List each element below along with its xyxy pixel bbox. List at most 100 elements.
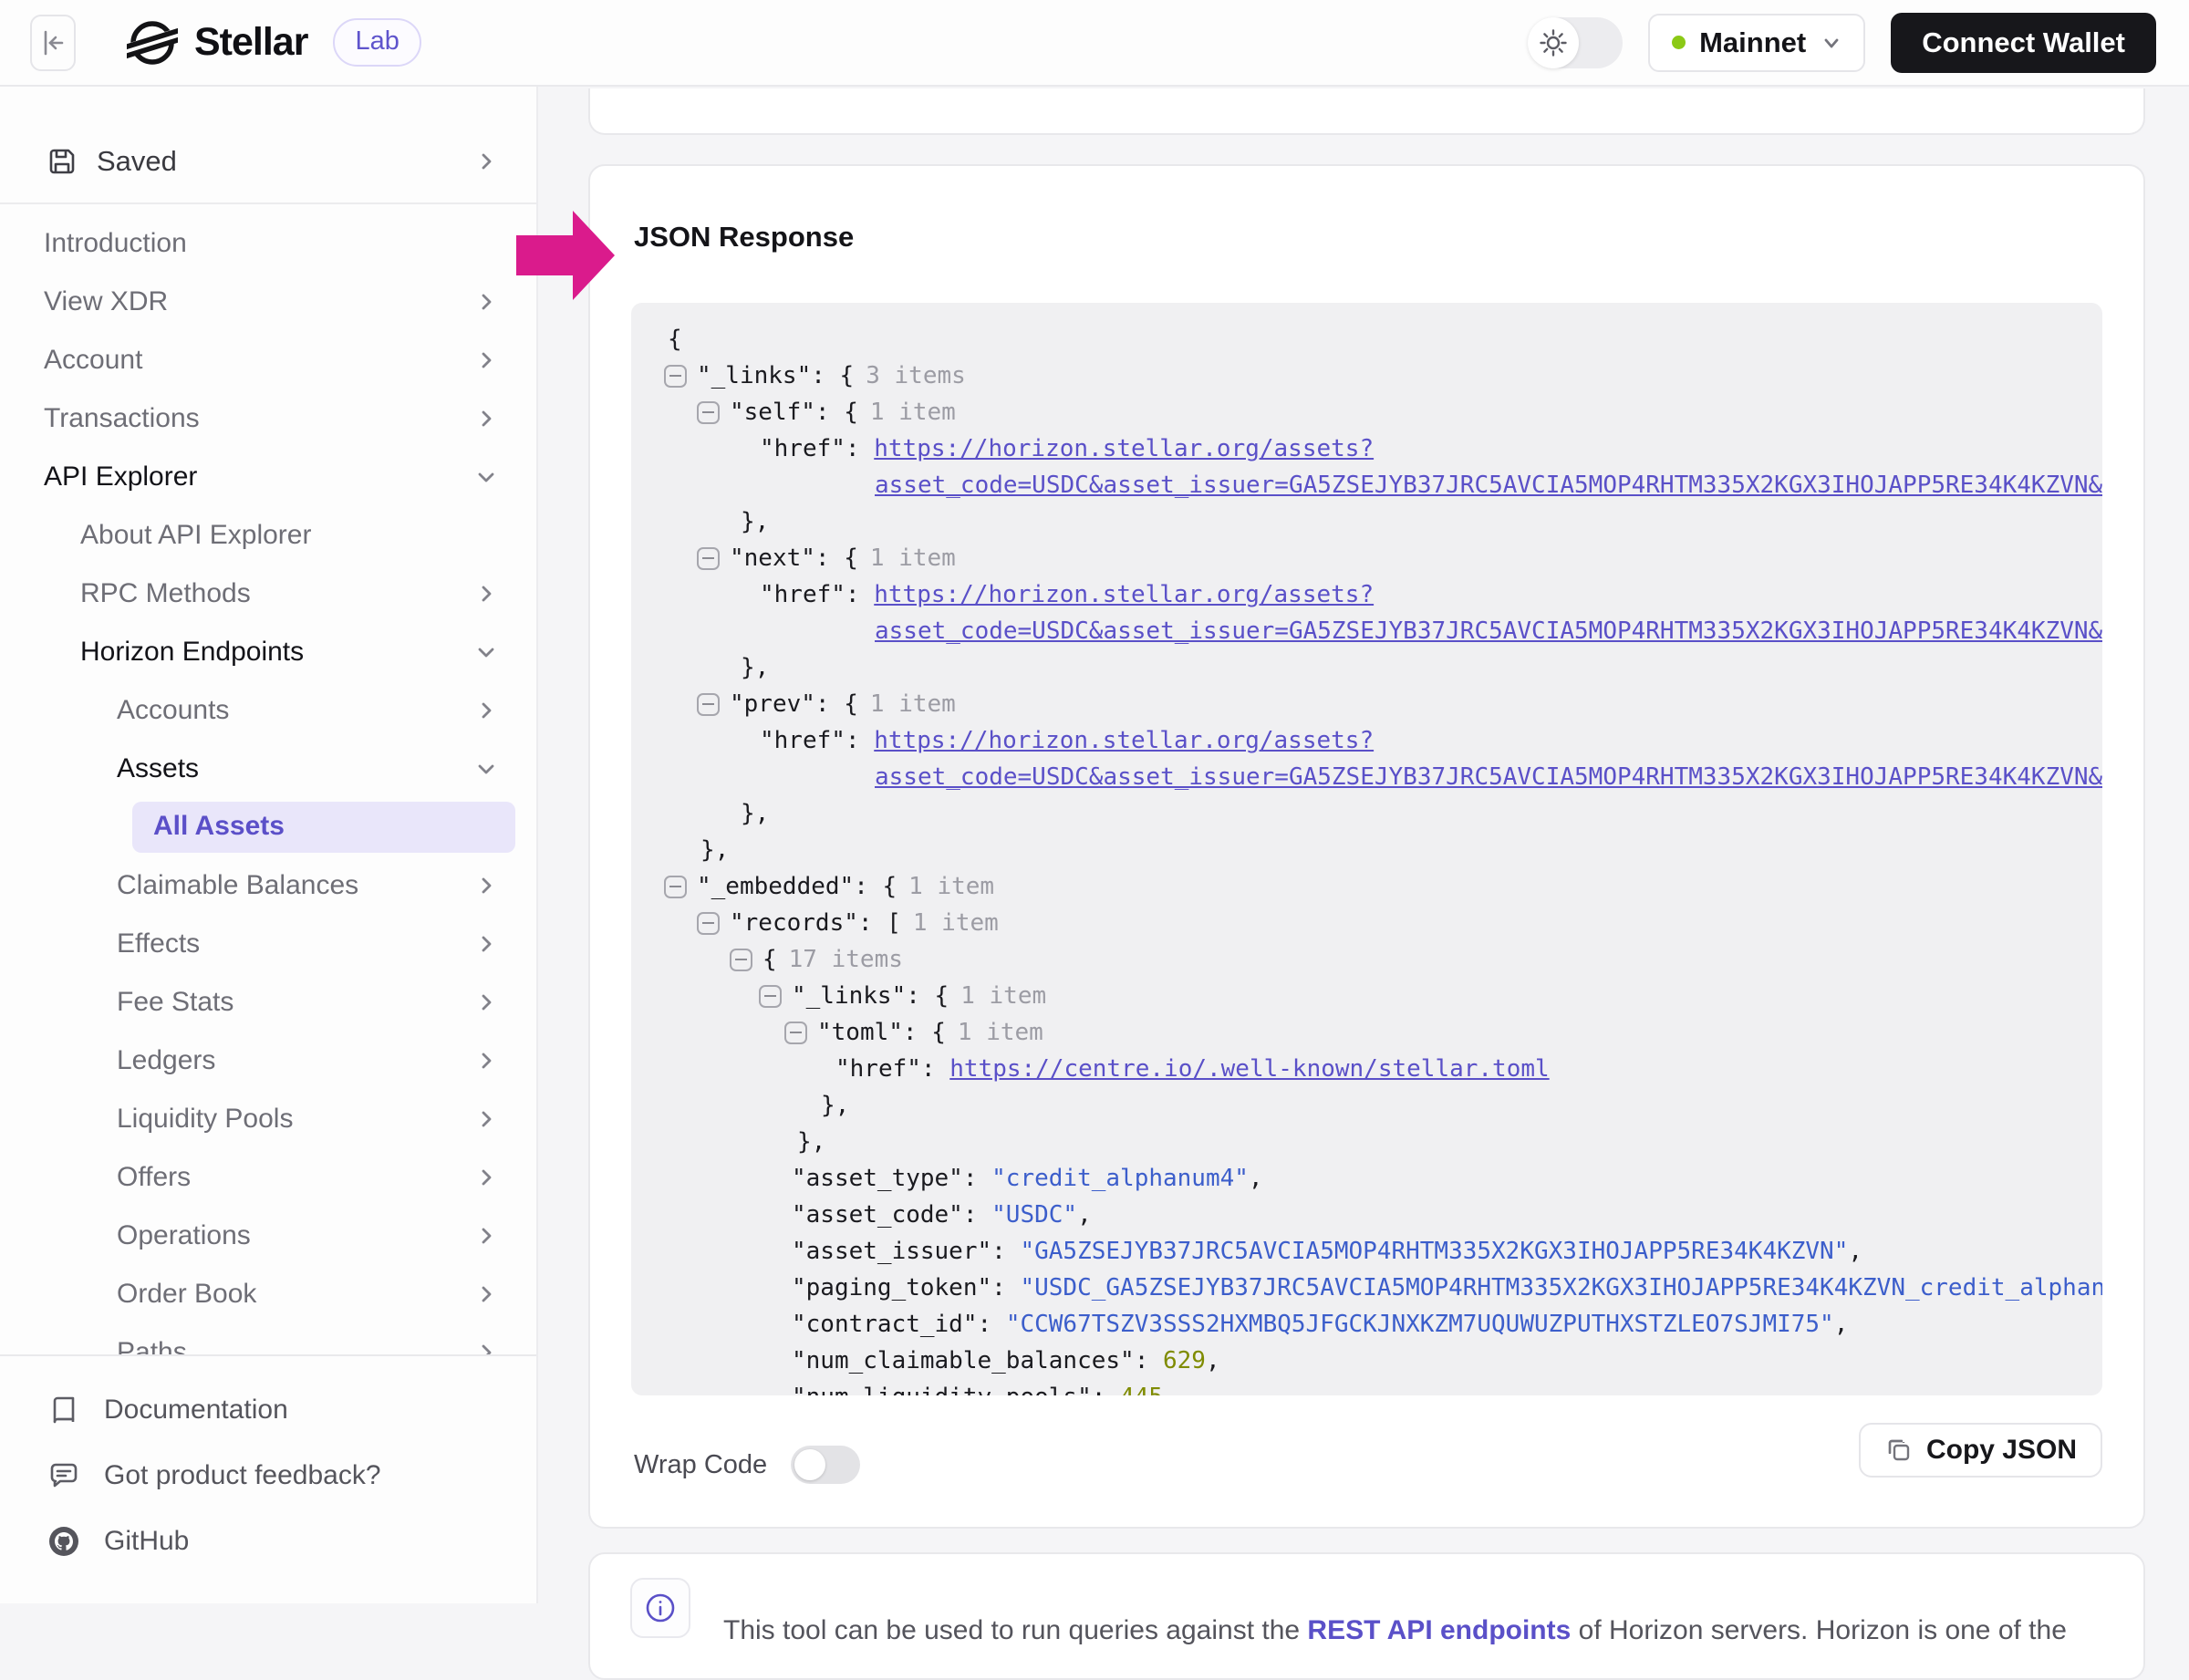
json-line: asset_code=USDC&asset_issuer=GA5ZSEJYB37… — [648, 467, 2102, 503]
collapse-sidebar-button[interactable] — [30, 15, 76, 71]
json-string-value: "GA5ZSEJYB37JRC5AVCIA5MOP4RHTM335X2KGX3I… — [1020, 1233, 1848, 1270]
sidebar-item-effects[interactable]: Effects — [0, 915, 536, 973]
sidebar-footer-item-github[interactable]: GitHub — [0, 1509, 536, 1574]
sidebar-item-liquidity-pools[interactable]: Liquidity Pools — [0, 1090, 536, 1148]
json-punctuation: , — [1834, 1306, 1849, 1343]
collapse-toggle-icon[interactable] — [664, 365, 687, 388]
json-punctuation: : { — [854, 868, 897, 905]
connect-wallet-button[interactable]: Connect Wallet — [1891, 13, 2156, 73]
sidebar-item-view-xdr[interactable]: View XDR — [0, 273, 536, 331]
sidebar-item-all-assets[interactable]: All Assets — [0, 798, 536, 856]
collapse-toggle-icon[interactable] — [697, 693, 720, 716]
feedback-icon — [47, 1459, 80, 1492]
sidebar-item-operations[interactable]: Operations — [0, 1207, 536, 1265]
sidebar-item-offers[interactable]: Offers — [0, 1148, 536, 1207]
json-line: asset_code=USDC&asset_issuer=GA5ZSEJYB37… — [648, 759, 2102, 795]
sidebar-item-ledgers[interactable]: Ledgers — [0, 1032, 536, 1090]
sidebar-item-label: Liquidity Pools — [117, 1104, 293, 1135]
network-select[interactable]: Mainnet — [1648, 14, 1865, 72]
wrap-code-toggle[interactable] — [791, 1446, 860, 1484]
sidebar-item-horizon-endpoints[interactable]: Horizon Endpoints — [0, 623, 536, 681]
json-punctuation: : { — [815, 686, 858, 722]
collapse-toggle-icon[interactable] — [784, 1021, 807, 1044]
rest-api-endpoints-link[interactable]: REST API endpoints — [1307, 1615, 1571, 1645]
sidebar-item-about-api-explorer[interactable]: About API Explorer — [0, 506, 536, 565]
json-link[interactable]: https://horizon.stellar.org/assets? — [874, 576, 1374, 613]
sidebar-item-transactions[interactable]: Transactions — [0, 389, 536, 448]
json-link[interactable]: https://centre.io/.well-known/stellar.to… — [949, 1051, 1549, 1087]
collapse-toggle-icon[interactable] — [730, 949, 752, 971]
sidebar-item-account[interactable]: Account — [0, 331, 536, 389]
sidebar-item-accounts[interactable]: Accounts — [0, 681, 536, 740]
sidebar-item-label: Order Book — [117, 1279, 256, 1310]
collapse-toggle-icon[interactable] — [697, 912, 720, 935]
collapse-toggle-icon[interactable] — [697, 401, 720, 424]
sun-icon — [1539, 28, 1568, 57]
json-key: "records" — [730, 905, 858, 941]
sidebar-item-order-book[interactable]: Order Book — [0, 1265, 536, 1323]
json-viewer[interactable]: {"_links": {3 items"self": {1 item"href"… — [631, 303, 2102, 1395]
book-icon — [47, 1394, 80, 1426]
sidebar-item-label: API Explorer — [44, 461, 197, 493]
sidebar-item-paths[interactable]: Paths — [0, 1323, 536, 1354]
json-link[interactable]: asset_code=USDC&asset_issuer=GA5ZSEJYB37… — [875, 467, 2102, 503]
sidebar-item-introduction[interactable]: Introduction — [0, 214, 536, 273]
sidebar-item-label: RPC Methods — [80, 578, 251, 609]
json-number-value: 629 — [1163, 1343, 1206, 1379]
chevron-right-icon — [474, 290, 498, 314]
json-punctuation: : — [846, 430, 874, 467]
json-link[interactable]: https://horizon.stellar.org/assets? — [874, 430, 1374, 467]
json-key: "asset_issuer" — [792, 1233, 991, 1270]
json-line: "asset_code": "USDC", — [648, 1197, 2102, 1233]
chevron-right-icon — [474, 582, 498, 606]
json-punctuation: }, — [797, 1124, 825, 1160]
json-link[interactable]: asset_code=USDC&asset_issuer=GA5ZSEJYB37… — [875, 613, 2102, 649]
sidebar-item-claimable-balances[interactable]: Claimable Balances — [0, 856, 536, 915]
sidebar-footer-item-documentation[interactable]: Documentation — [0, 1377, 536, 1443]
json-punctuation: }, — [741, 649, 769, 686]
sidebar-footer-item-got-product-feedback[interactable]: Got product feedback? — [0, 1443, 536, 1509]
collapse-toggle-icon[interactable] — [759, 985, 782, 1008]
json-item-count: 1 item — [913, 905, 999, 941]
sidebar-item-label: Assets — [117, 753, 199, 784]
json-punctuation: : — [846, 722, 874, 759]
copy-json-button[interactable]: Copy JSON — [1859, 1423, 2102, 1478]
chevron-down-icon — [1820, 31, 1843, 55]
theme-toggle[interactable] — [1528, 17, 1623, 68]
sidebar-item-fee-stats[interactable]: Fee Stats — [0, 973, 536, 1032]
json-punctuation: : — [991, 1233, 1020, 1270]
sidebar-item-label: Account — [44, 345, 142, 376]
collapse-toggle-icon[interactable] — [664, 876, 687, 898]
json-punctuation: : { — [815, 540, 858, 576]
json-link[interactable]: https://horizon.stellar.org/assets? — [874, 722, 1374, 759]
json-line: }, — [648, 503, 2102, 540]
brand: Stellar Lab — [127, 17, 421, 68]
json-line: "records": [1 item — [648, 905, 2102, 941]
chevron-right-icon — [474, 990, 498, 1014]
sidebar-item-label: Paths — [117, 1337, 187, 1354]
sidebar-item-assets[interactable]: Assets — [0, 740, 536, 798]
sidebar-item-label: All Assets — [132, 802, 515, 853]
json-item-count: 17 items — [789, 941, 903, 978]
json-line: "prev": {1 item — [648, 686, 2102, 722]
info-banner: This tool can be used to run queries aga… — [588, 1552, 2145, 1680]
chevron-right-icon — [474, 1341, 498, 1354]
json-response-title: JSON Response — [634, 221, 854, 254]
sidebar-footer: DocumentationGot product feedback?GitHub — [0, 1354, 536, 1603]
chevron-right-icon — [474, 699, 498, 722]
json-key: "prev" — [730, 686, 815, 722]
brand-name: Stellar — [194, 20, 307, 65]
json-link[interactable]: asset_code=USDC&asset_issuer=GA5ZSEJYB37… — [875, 759, 2102, 795]
json-line: {17 items — [648, 941, 2102, 978]
sidebar-item-rpc-methods[interactable]: RPC Methods — [0, 565, 536, 623]
sidebar-item-label: Ledgers — [117, 1045, 215, 1076]
collapse-toggle-icon[interactable] — [697, 547, 720, 570]
page: { "header": { "brand": "Stellar", "badge… — [0, 0, 2189, 1603]
sidebar-item-saved[interactable]: Saved — [0, 134, 536, 189]
json-punctuation: , — [1163, 1379, 1177, 1395]
sidebar-item-api-explorer[interactable]: API Explorer — [0, 448, 536, 506]
chevron-right-icon — [474, 874, 498, 897]
json-item-count: 1 item — [958, 1014, 1043, 1051]
json-punctuation: : — [991, 1270, 1020, 1306]
json-line: "self": {1 item — [648, 394, 2102, 430]
